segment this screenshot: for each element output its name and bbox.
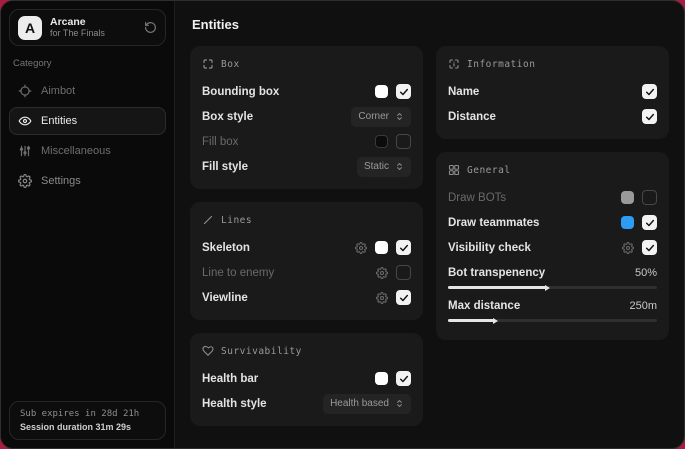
card-title: Box — [221, 59, 240, 70]
box-style-dropdown[interactable]: Corner — [351, 107, 411, 127]
survivability-card: Survivability Health bar Health style He… — [190, 333, 423, 426]
refresh-icon[interactable] — [144, 21, 157, 34]
card-title: General — [467, 165, 511, 176]
diagonal-line-icon — [202, 214, 214, 226]
setting-row-fill-box: Fill box — [202, 129, 411, 154]
setting-row-max-distance: Max distance 250m — [448, 297, 657, 322]
color-swatch[interactable] — [621, 216, 634, 229]
chevrons-up-down-icon — [395, 399, 404, 408]
setting-row-viewline: Viewline — [202, 285, 411, 310]
app-name: Arcane — [50, 16, 136, 28]
distance-checkbox[interactable] — [642, 109, 657, 124]
card-title: Lines — [221, 215, 252, 226]
app-window: A Arcane for The Finals Category Aimbot … — [0, 0, 685, 449]
left-column: Box Bounding box Box style Corner — [190, 46, 423, 439]
sidebar-item-label: Miscellaneous — [41, 145, 111, 157]
gear-icon[interactable] — [622, 242, 634, 254]
heart-icon — [202, 345, 214, 357]
general-card: General Draw BOTs Draw teammates — [436, 152, 669, 340]
sidebar-item-label: Aimbot — [41, 85, 75, 97]
session-duration-text: Session duration 31m 29s — [20, 422, 155, 432]
setting-row-health-style: Health style Health based — [202, 391, 411, 416]
visibility-check-checkbox[interactable] — [642, 240, 657, 255]
category-label: Category — [13, 58, 162, 69]
app-logo: A — [18, 16, 42, 40]
gear-icon[interactable] — [355, 242, 367, 254]
sub-expiry-text: Sub expires in 28d 21h — [20, 409, 155, 419]
setting-row-box-style: Box style Corner — [202, 104, 411, 129]
setting-row-name: Name — [448, 79, 657, 104]
draw-bots-checkbox[interactable] — [642, 190, 657, 205]
health-bar-checkbox[interactable] — [396, 371, 411, 386]
chevrons-up-down-icon — [395, 112, 404, 121]
sidebar-item-label: Entities — [41, 115, 77, 127]
setting-row-bot-transparency: Bot transpenency 50% — [448, 264, 657, 289]
fill-style-dropdown[interactable]: Static — [357, 157, 411, 177]
setting-row-bounding-box: Bounding box — [202, 79, 411, 104]
sliders-icon — [18, 144, 32, 158]
gear-icon — [18, 174, 32, 188]
information-card: Information Name Distance — [436, 46, 669, 139]
lines-card: Lines Skeleton Line to enemy — [190, 202, 423, 320]
color-swatch[interactable] — [375, 85, 388, 98]
max-distance-value: 250m — [629, 300, 657, 312]
card-title: Survivability — [221, 346, 302, 357]
fill-box-checkbox[interactable] — [396, 134, 411, 149]
bot-transparency-slider[interactable] — [448, 286, 657, 289]
box-card: Box Bounding box Box style Corner — [190, 46, 423, 189]
subscription-status-card: Sub expires in 28d 21h Session duration … — [9, 401, 166, 440]
setting-row-skeleton: Skeleton — [202, 235, 411, 260]
color-swatch[interactable] — [375, 372, 388, 385]
setting-row-visibility-check: Visibility check — [448, 235, 657, 260]
health-style-dropdown[interactable]: Health based — [323, 394, 411, 414]
color-swatch[interactable] — [375, 135, 388, 148]
main-content: Entities Box Bounding box — [175, 1, 684, 448]
setting-row-fill-style: Fill style Static — [202, 154, 411, 179]
info-scan-icon — [448, 58, 460, 70]
sidebar-item-aimbot[interactable]: Aimbot — [9, 77, 166, 105]
bot-transparency-value: 50% — [635, 267, 657, 279]
setting-row-distance: Distance — [448, 104, 657, 129]
name-checkbox[interactable] — [642, 84, 657, 99]
gear-icon[interactable] — [376, 267, 388, 279]
sidebar: A Arcane for The Finals Category Aimbot … — [1, 1, 175, 448]
crosshair-icon — [18, 84, 32, 98]
sidebar-item-miscellaneous[interactable]: Miscellaneous — [9, 137, 166, 165]
chevrons-up-down-icon — [395, 162, 404, 171]
setting-row-health-bar: Health bar — [202, 366, 411, 391]
skeleton-checkbox[interactable] — [396, 240, 411, 255]
right-column: Information Name Distance — [436, 46, 669, 439]
setting-row-draw-bots: Draw BOTs — [448, 185, 657, 210]
sidebar-item-settings[interactable]: Settings — [9, 167, 166, 195]
card-title: Information — [467, 59, 535, 70]
app-logo-card: A Arcane for The Finals — [9, 9, 166, 46]
gear-icon[interactable] — [376, 292, 388, 304]
line-to-enemy-checkbox[interactable] — [396, 265, 411, 280]
viewline-checkbox[interactable] — [396, 290, 411, 305]
app-subtitle: for The Finals — [50, 28, 136, 38]
color-swatch[interactable] — [621, 191, 634, 204]
corner-brackets-icon — [202, 58, 214, 70]
bounding-box-checkbox[interactable] — [396, 84, 411, 99]
color-swatch[interactable] — [375, 241, 388, 254]
app-title-block: Arcane for The Finals — [50, 16, 136, 38]
sidebar-item-entities[interactable]: Entities — [9, 107, 166, 135]
setting-row-line-to-enemy: Line to enemy — [202, 260, 411, 285]
eye-icon — [18, 114, 32, 128]
grid-icon — [448, 164, 460, 176]
page-title: Entities — [192, 17, 667, 32]
setting-row-draw-teammates: Draw teammates — [448, 210, 657, 235]
draw-teammates-checkbox[interactable] — [642, 215, 657, 230]
sidebar-item-label: Settings — [41, 175, 81, 187]
max-distance-slider[interactable] — [448, 319, 657, 322]
